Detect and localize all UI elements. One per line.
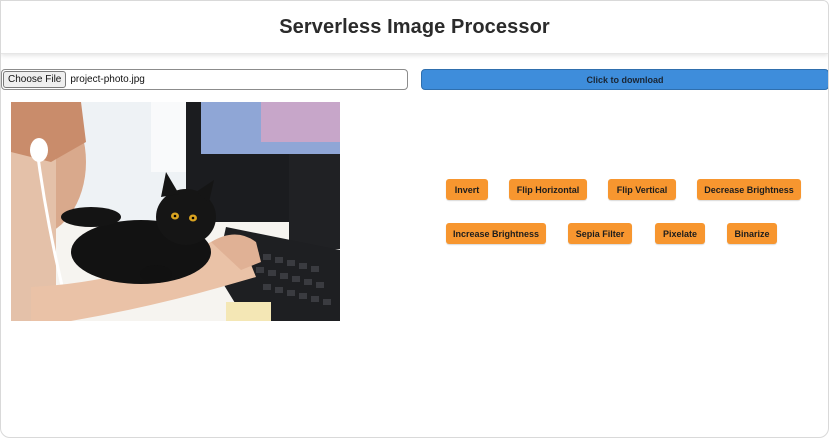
pixelate-button[interactable]: Pixelate [655,223,705,244]
invert-button[interactable]: Invert [446,179,488,200]
binarize-button[interactable]: Binarize [727,223,777,244]
file-input[interactable]: Choose File project-photo.jpg [1,69,408,90]
uploaded-image [11,102,340,321]
flip-horizontal-button[interactable]: Flip Horizontal [509,179,587,200]
decrease-brightness-button[interactable]: Decrease Brightness [697,179,801,200]
app-window: Serverless Image Processor Choose File p… [0,0,829,438]
flip-vertical-button[interactable]: Flip Vertical [608,179,676,200]
page-title: Serverless Image Processor [279,15,550,38]
increase-brightness-button[interactable]: Increase Brightness [446,223,546,244]
photo-icon [11,102,340,321]
choose-file-button[interactable]: Choose File [3,71,67,88]
download-button[interactable]: Click to download [421,69,828,90]
page-header: Serverless Image Processor [1,1,828,54]
selected-file-name: project-photo.jpg [70,74,145,85]
sepia-filter-button[interactable]: Sepia Filter [568,223,632,244]
